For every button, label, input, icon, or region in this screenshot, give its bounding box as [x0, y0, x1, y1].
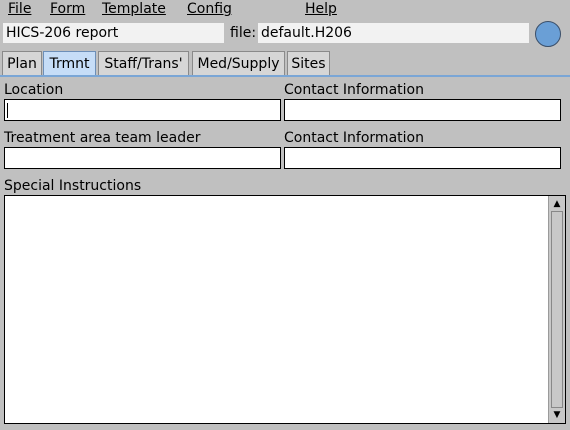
contact-info-input-1[interactable]: [284, 99, 561, 121]
scroll-up-arrow-icon[interactable]: ▲: [551, 198, 563, 210]
tab-sites[interactable]: Sites: [287, 51, 330, 75]
special-instructions-textarea[interactable]: [4, 195, 566, 424]
menu-form[interactable]: Form: [50, 1, 85, 18]
team-leader-label: Treatment area team leader: [4, 130, 201, 146]
menu-config[interactable]: Config: [187, 1, 232, 18]
menu-config-label: Config: [187, 1, 232, 17]
tab-staff-trans[interactable]: Staff/Trans': [98, 51, 189, 75]
menu-file[interactable]: File: [8, 1, 31, 18]
contact-info-input-2[interactable]: [284, 147, 561, 169]
menu-template[interactable]: Template: [102, 1, 166, 18]
special-instructions-label: Special Instructions: [4, 178, 142, 194]
tab-bar: Plan Trmnt Staff/Trans' Med/Supply Sites: [0, 51, 570, 76]
file-name-field[interactable]: default.H206: [258, 23, 529, 43]
menu-help-label: Help: [305, 1, 337, 17]
tab-plan[interactable]: Plan: [2, 51, 42, 75]
team-leader-input[interactable]: [4, 147, 281, 169]
menubar: File Form Template Config Help: [0, 0, 570, 19]
scrollbar-thumb[interactable]: [551, 211, 563, 408]
contact-info-label-2: Contact Information: [284, 130, 424, 146]
menu-template-label: Template: [102, 1, 166, 17]
text-caret: [7, 103, 8, 118]
vertical-scrollbar[interactable]: ▲ ▼: [548, 196, 565, 423]
status-indicator-icon[interactable]: [535, 21, 561, 47]
menu-form-label: Form: [50, 1, 86, 17]
tab-divider: [0, 75, 570, 77]
menu-file-label: File: [8, 1, 32, 17]
file-label: file:: [230, 25, 257, 41]
tab-trmnt[interactable]: Trmnt: [43, 51, 96, 75]
location-input[interactable]: [4, 99, 281, 121]
location-label: Location: [4, 82, 64, 98]
report-title-field[interactable]: HICS-206 report: [3, 23, 224, 43]
contact-info-label-1: Contact Information: [284, 82, 424, 98]
menu-help[interactable]: Help: [305, 1, 337, 18]
scroll-down-arrow-icon[interactable]: ▼: [551, 409, 563, 421]
tab-med-supply[interactable]: Med/Supply: [192, 51, 285, 75]
